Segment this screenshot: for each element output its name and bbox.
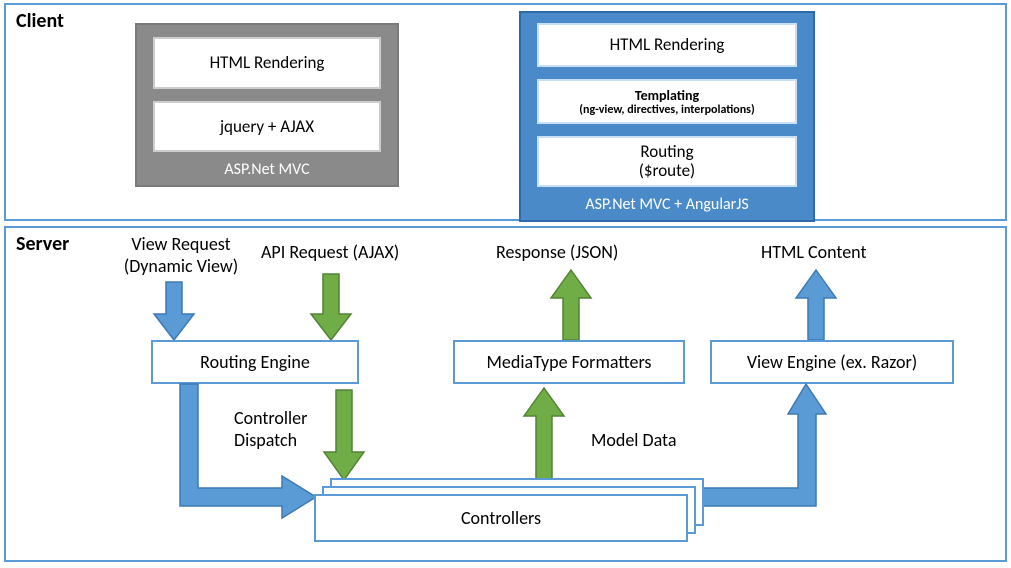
api-request-label: API Request (AJAX) xyxy=(261,242,399,264)
stack-item-label: HTML Rendering xyxy=(610,34,725,55)
stack-item-sub: (ng-view, directives, interpolations) xyxy=(545,104,789,118)
arrow-down-icon xyxy=(154,282,194,340)
response-label: Response (JSON) xyxy=(496,242,618,264)
stack-item-label: Templating xyxy=(635,87,699,104)
arrow-down-icon xyxy=(324,390,364,480)
stack-item: HTML Rendering xyxy=(537,23,797,67)
arrow-up-icon xyxy=(796,270,836,340)
client-panel: Client HTML Rendering jquery + AJAX ASP.… xyxy=(4,3,1007,221)
arrow-down-icon xyxy=(311,274,351,340)
stack-caption: ASP.Net MVC + AngularJS xyxy=(521,187,813,220)
client-title: Client xyxy=(16,9,64,33)
stack-item: jquery + AJAX xyxy=(153,101,381,153)
aspnet-angular-stack: HTML Rendering Templating (ng-view, dire… xyxy=(519,11,815,222)
html-content-label: HTML Content xyxy=(761,242,867,264)
view-request-label: View Request (Dynamic View) xyxy=(101,234,261,277)
model-data-label: Model Data xyxy=(591,430,676,452)
l-arrow-icon xyxy=(180,384,320,524)
view-engine-box: View Engine (ex. Razor) xyxy=(710,340,954,384)
stack-item-label: Routing xyxy=(640,141,693,162)
stack-item: Templating (ng-view, directives, interpo… xyxy=(537,79,797,124)
stack-item-sub: ($route) xyxy=(545,161,789,181)
routing-engine-box: Routing Engine xyxy=(151,340,359,384)
stack-item: Routing ($route) xyxy=(537,136,797,187)
l-arrow-up-icon xyxy=(694,384,834,524)
stack-item: HTML Rendering xyxy=(153,37,381,89)
stack-caption: ASP.Net MVC xyxy=(137,152,397,185)
stack-item-label: jquery + AJAX xyxy=(220,116,314,137)
server-title: Server xyxy=(16,232,69,256)
controllers-box: Controllers xyxy=(314,494,688,542)
arrow-up-icon xyxy=(524,388,564,480)
aspnet-mvc-stack: HTML Rendering jquery + AJAX ASP.Net MVC xyxy=(135,23,399,187)
stack-item-label: HTML Rendering xyxy=(210,52,325,73)
server-panel: Server View Request (Dynamic View) API R… xyxy=(4,226,1007,562)
arrow-up-icon xyxy=(551,270,591,340)
mediatype-box: MediaType Formatters xyxy=(453,340,685,384)
